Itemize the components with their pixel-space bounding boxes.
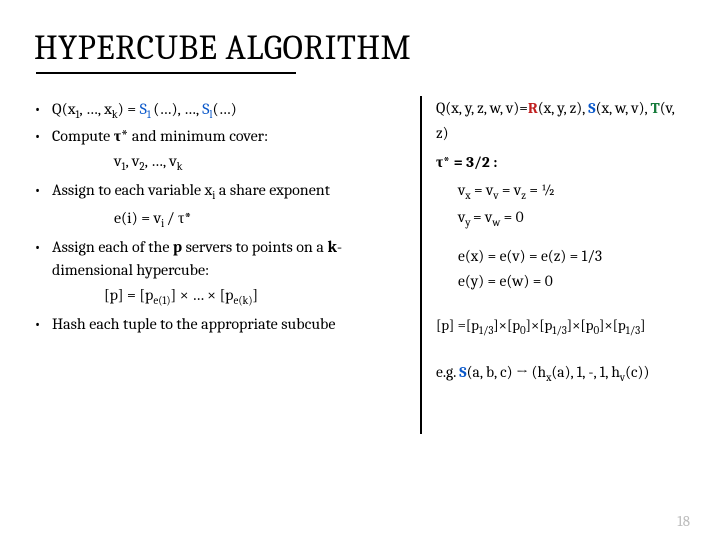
column-divider [420, 96, 422, 434]
v-values-1: vx = vv = vz = ½ [458, 178, 686, 205]
title-underline [36, 72, 296, 74]
bullet-3: • Assign to each variable xi a share exp… [34, 179, 406, 204]
bullet-4-detail: [p] = [pe(1)] × … × [pe(k)] [104, 284, 406, 309]
tau-value: τ* = 3/2 : [436, 150, 686, 175]
page-number: 18 [677, 512, 690, 530]
bullet-1: • Q(x1, …, xk) = S1 (…), …, Sl(…) [34, 98, 406, 123]
e-values-2: e(y) = e(w) = 0 [458, 269, 686, 294]
bullet-3-detail: e(i) = vi / τ* [114, 207, 406, 232]
bullet-4: • Assign each of the p servers to points… [34, 236, 406, 282]
bullet-5: • Hash each tuple to the appropriate sub… [34, 313, 406, 336]
left-column: • Q(x1, …, xk) = S1 (…), …, Sl(…) • Comp… [34, 96, 406, 434]
e-values-1: e(x) = e(v) = e(z) = 1/3 [458, 244, 686, 269]
slide-title: HYPERCUBE ALGORITHM [34, 28, 686, 68]
hash-example: e.g. S(a, b, c) → (hx(a), 1, -, 1, hv(c)… [436, 360, 686, 387]
p-expansion: [p] =[p1/3]×[p0]×[p1/3]×[p0]×[p1/3] [436, 313, 686, 340]
v-values-2: vy = vw = 0 [458, 205, 686, 232]
bullet-2-detail: v1, v2, …, vk [114, 150, 406, 175]
example-query: Q(x, y, z, w, v)=R(x, y, z), S(x, w, v),… [436, 96, 686, 146]
bullet-2: • Compute τ* and minimum cover: [34, 125, 406, 148]
right-column: Q(x, y, z, w, v)=R(x, y, z), S(x, w, v),… [436, 96, 686, 434]
